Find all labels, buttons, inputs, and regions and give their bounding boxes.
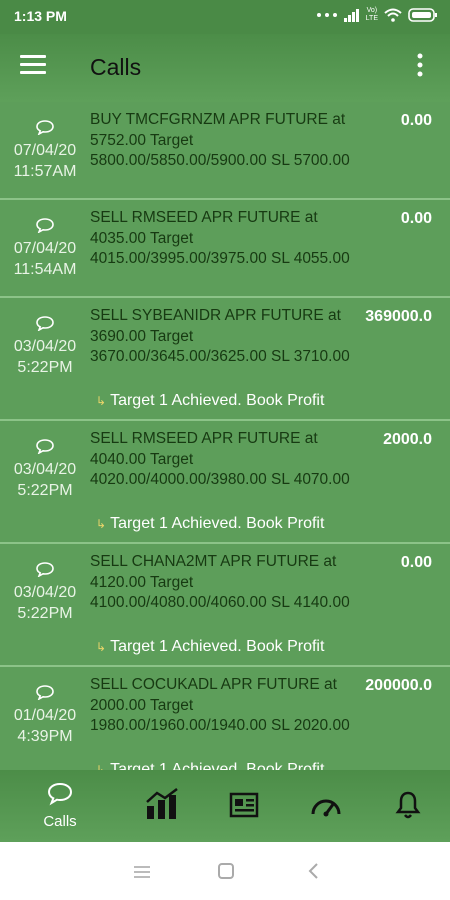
call-value: 0.00	[400, 554, 432, 571]
overflow-menu-button[interactable]	[416, 52, 432, 82]
volte-label: Vo)	[366, 7, 378, 14]
call-time: 11:54AM	[13, 261, 77, 278]
call-time: 4:39PM	[17, 728, 73, 745]
speedometer-icon	[311, 799, 341, 817]
call-description: BUY TMCFGRNZM APR FUTURE at 5752.00 Targ…	[90, 111, 350, 169]
home-icon[interactable]	[217, 862, 235, 880]
call-date: 03/04/20	[13, 584, 77, 601]
nav-calls-label: Calls	[43, 813, 77, 830]
recent-apps-icon[interactable]	[133, 864, 151, 880]
call-status: ↳ Target 1 Achieved. Book Profit	[96, 515, 324, 533]
call-row[interactable]: 01/04/20 4:39PM SELL COCUKADL APR FUTURE…	[0, 667, 450, 770]
call-status: ↳ Target 1 Achieved. Book Profit	[96, 392, 324, 410]
nav-notifications[interactable]	[373, 770, 443, 842]
nav-calls[interactable]: Calls	[25, 770, 95, 842]
call-row[interactable]: 03/04/20 5:22PM SELL CHANA2MT APR FUTURE…	[0, 544, 450, 667]
chat-icon	[36, 685, 54, 700]
status-arrow-icon: ↳	[96, 517, 107, 531]
system-nav-bar	[0, 842, 450, 900]
chat-icon	[36, 562, 54, 577]
status-arrow-icon: ↳	[96, 640, 107, 654]
call-value: 369000.0	[365, 308, 432, 325]
battery-icon	[408, 8, 437, 22]
call-datetime: 03/04/20 5:22PM	[0, 421, 90, 501]
call-date: 03/04/20	[13, 338, 77, 355]
chat-icon	[36, 120, 54, 135]
back-icon[interactable]	[307, 862, 319, 880]
calls-list[interactable]: 07/04/20 11:57AM BUY TMCFGRNZM APR FUTUR…	[0, 102, 450, 770]
call-date: 07/04/20	[13, 142, 77, 159]
call-status-text: Target 1 Achieved. Book Profit	[110, 392, 325, 409]
call-status-text: Target 1 Achieved. Book Profit	[110, 638, 325, 655]
call-description: SELL COCUKADL APR FUTURE at 2000.00 Targ…	[90, 676, 350, 734]
status-arrow-icon: ↳	[96, 394, 107, 408]
lte-label: LTE	[365, 15, 378, 22]
status-arrow-icon: ↳	[96, 763, 107, 770]
chat-icon	[36, 218, 54, 233]
bottom-nav: Calls	[0, 770, 450, 842]
call-row[interactable]: 07/04/20 11:57AM BUY TMCFGRNZM APR FUTUR…	[0, 102, 450, 200]
app-bar: Calls	[0, 34, 450, 102]
call-value: 2000.0	[383, 431, 432, 448]
call-date: 01/04/20	[13, 707, 77, 724]
call-value: 200000.0	[365, 677, 432, 694]
dots-icon	[316, 13, 337, 17]
call-description: SELL RMSEED APR FUTURE at 4035.00 Target…	[90, 209, 350, 267]
call-datetime: 07/04/20 11:57AM	[0, 102, 90, 182]
status-time: 1:13 PM	[14, 8, 67, 24]
volte-lte-icon: Vo) LTE	[366, 7, 378, 23]
hamburger-icon	[20, 55, 46, 74]
call-value: 0.00	[400, 210, 432, 227]
call-datetime: 07/04/20 11:54AM	[0, 200, 90, 280]
call-datetime: 03/04/20 5:22PM	[0, 544, 90, 624]
menu-button[interactable]	[20, 54, 50, 82]
call-datetime: 01/04/20 4:39PM	[0, 667, 90, 747]
more-vert-icon	[417, 53, 423, 77]
call-time: 5:22PM	[17, 359, 73, 376]
status-icons: Vo) LTE	[316, 7, 438, 23]
nav-performance[interactable]	[291, 770, 361, 842]
chat-icon	[47, 782, 73, 806]
call-status: ↳ Target 1 Achieved. Book Profit	[96, 638, 324, 656]
call-status: ↳ Target 1 Achieved. Book Profit	[96, 761, 324, 770]
call-description: SELL CHANA2MT APR FUTURE at 4120.00 Targ…	[90, 553, 350, 611]
call-datetime: 03/04/20 5:22PM	[0, 298, 90, 378]
call-time: 5:22PM	[17, 482, 73, 499]
wifi-icon	[384, 8, 402, 22]
chat-icon	[36, 316, 54, 331]
call-value: 0.00	[400, 112, 432, 129]
call-row[interactable]: 03/04/20 5:22PM SELL RMSEED APR FUTURE a…	[0, 421, 450, 544]
call-description: SELL SYBEANIDR APR FUTURE at 3690.00 Tar…	[90, 307, 350, 365]
call-status-text: Target 1 Achieved. Book Profit	[110, 761, 325, 770]
call-row[interactable]: 07/04/20 11:54AM SELL RMSEED APR FUTURE …	[0, 200, 450, 298]
page-title: Calls	[90, 54, 142, 80]
nav-news[interactable]	[209, 770, 279, 842]
bar-chart-icon	[146, 788, 178, 819]
call-time: 5:22PM	[17, 605, 73, 622]
news-icon	[229, 792, 259, 818]
chat-icon	[36, 439, 54, 454]
call-status-text: Target 1 Achieved. Book Profit	[110, 515, 325, 532]
bell-icon	[395, 791, 421, 819]
status-bar: 1:13 PM Vo) LTE	[0, 0, 450, 34]
call-row[interactable]: 03/04/20 5:22PM SELL SYBEANIDR APR FUTUR…	[0, 298, 450, 421]
call-date: 07/04/20	[13, 240, 77, 257]
nav-charts[interactable]	[127, 770, 197, 842]
call-time: 11:57AM	[13, 163, 77, 180]
signal-icon	[343, 9, 359, 22]
call-date: 03/04/20	[13, 461, 77, 478]
call-description: SELL RMSEED APR FUTURE at 4040.00 Target…	[90, 430, 350, 488]
